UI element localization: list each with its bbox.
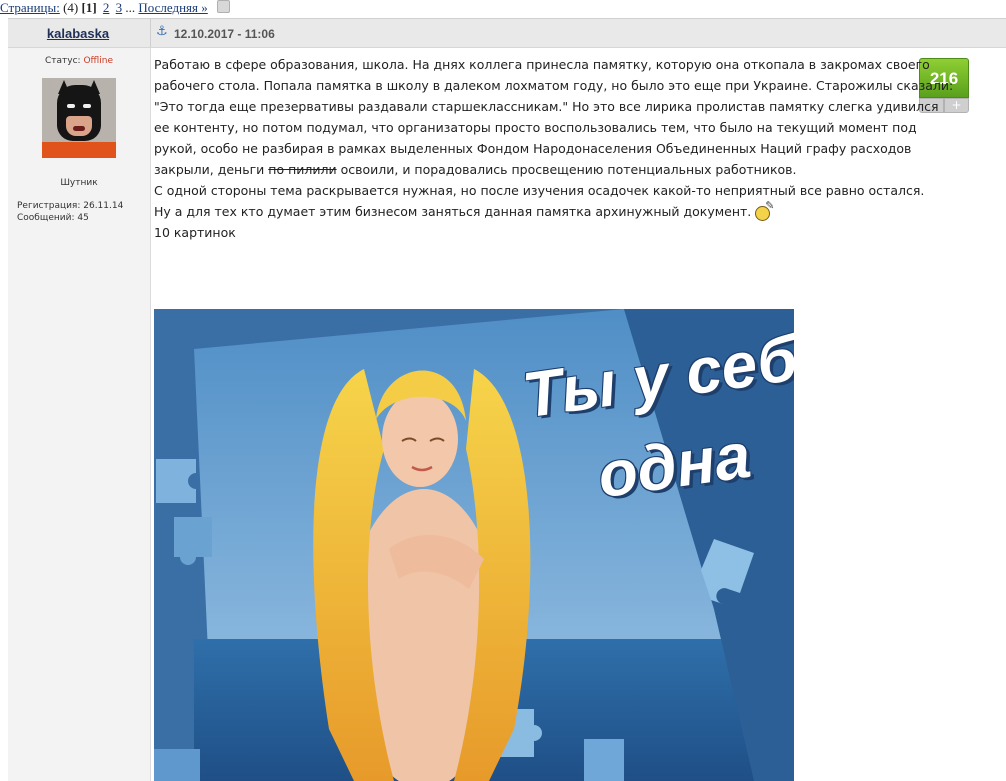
post-text: освоили, и порадовались просвещению поте… bbox=[340, 162, 797, 177]
pagination-label[interactable]: Страницы: bbox=[0, 0, 60, 15]
pagination-page-2[interactable]: 2 bbox=[103, 0, 110, 15]
post-text: Работаю в сфере образования, школа. На д… bbox=[154, 57, 954, 177]
avatar[interactable] bbox=[42, 78, 116, 158]
registration-date: Регистрация: 26.11.14 bbox=[17, 201, 124, 211]
smiley-icon: ✎ bbox=[755, 200, 774, 221]
anchor-icon[interactable]: ⚓ bbox=[156, 25, 170, 39]
pagination-dropdown-icon[interactable] bbox=[217, 0, 231, 13]
post-image[interactable]: Ты у себя одна bbox=[154, 309, 794, 781]
pagination-total: (4) bbox=[63, 0, 79, 15]
message-count: Сообщений: 45 bbox=[17, 213, 89, 223]
post-paragraph-2: С одной стороны тема раскрывается нужная… bbox=[154, 183, 925, 198]
author-name-link[interactable]: kalabaska bbox=[8, 26, 148, 41]
user-title: Шутник bbox=[60, 178, 98, 188]
author-status: Статус: Offline bbox=[8, 56, 150, 66]
strikethrough-text: по пилили bbox=[268, 162, 337, 177]
author-profile: Статус: Offline Шутник Регистрация: 26.1… bbox=[8, 48, 151, 781]
post-text: Ну а для тех кто думает этим бизнесом за… bbox=[154, 204, 752, 219]
pagination: Страницы: (4) [1] 2 3 ... Последняя » bbox=[0, 0, 1006, 16]
post-paragraph-3: Ну а для тех кто думает этим бизнесом за… bbox=[154, 200, 954, 222]
user-meta: Регистрация: 26.11.14 Сообщений: 45 bbox=[17, 200, 123, 224]
pagination-ellipsis: ... bbox=[125, 0, 136, 15]
header-divider bbox=[150, 19, 151, 47]
pictures-count: 10 картинок bbox=[154, 225, 236, 240]
post-paragraph-1: Работаю в сфере образования, школа. На д… bbox=[154, 54, 954, 180]
status-value: Offline bbox=[83, 56, 113, 66]
pagination-last-link[interactable]: Последняя » bbox=[138, 0, 207, 15]
post-date: 12.10.2017 - 11:06 bbox=[174, 27, 275, 41]
status-label: Статус: bbox=[45, 56, 81, 66]
post-body: Работаю в сфере образования, школа. На д… bbox=[154, 54, 954, 243]
pagination-current-page: [1] bbox=[81, 0, 97, 15]
post-header: kalabaska ⚓ 12.10.2017 - 11:06 bbox=[8, 18, 1006, 48]
pagination-page-3[interactable]: 3 bbox=[116, 0, 123, 15]
